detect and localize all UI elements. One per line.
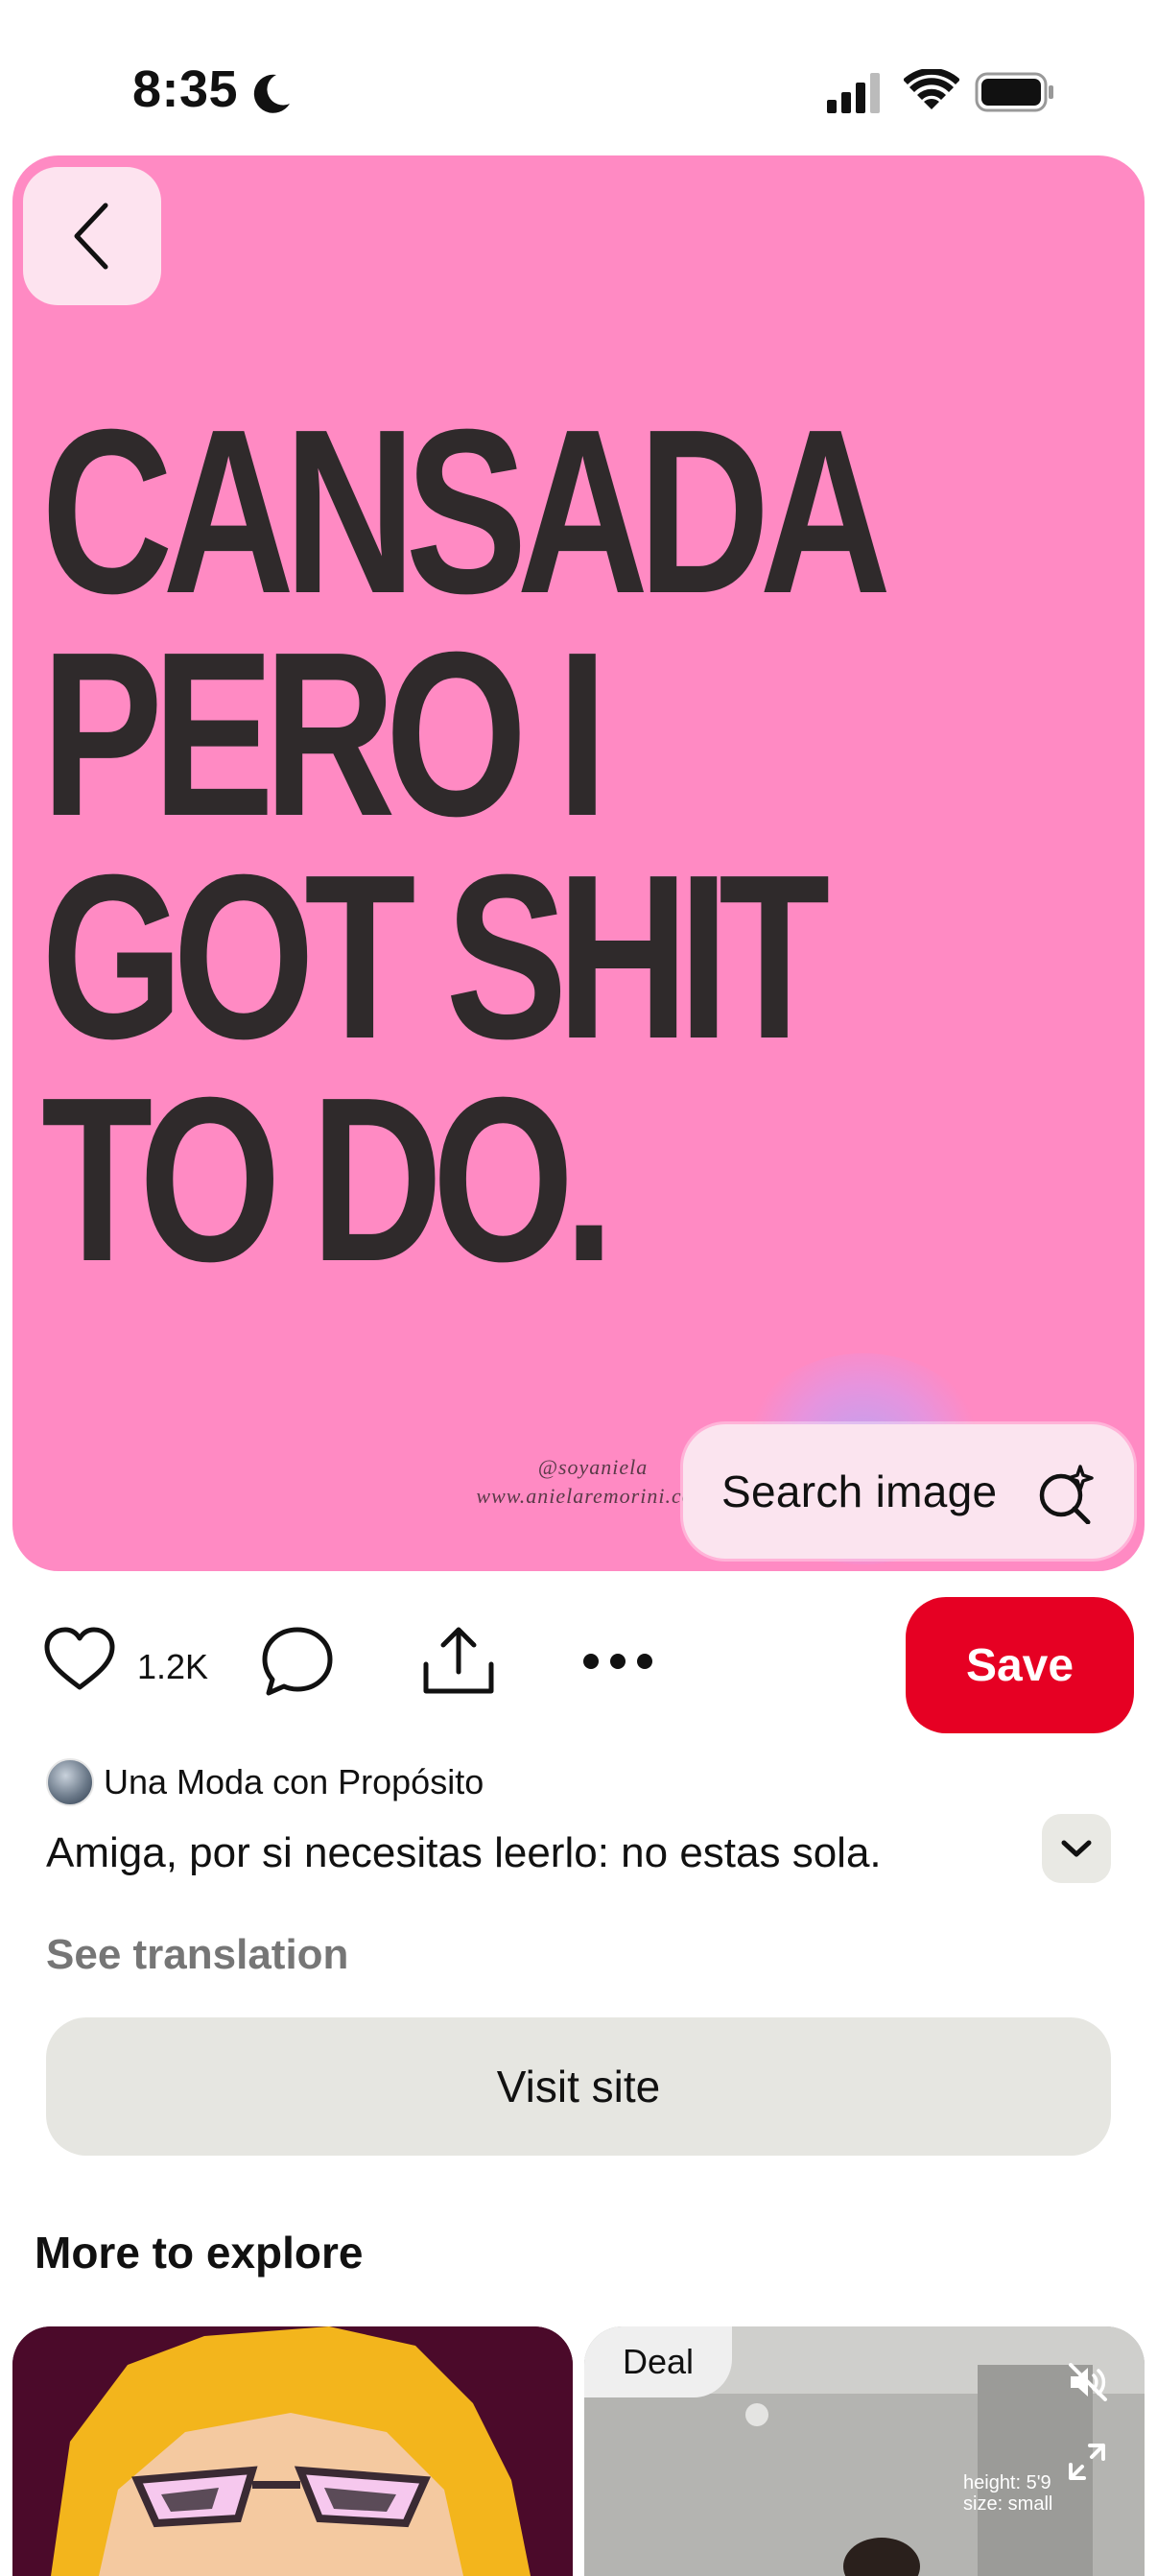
cellular-signal-icon bbox=[827, 73, 880, 113]
search-image-label: Search image bbox=[721, 1467, 998, 1516]
search-image-button[interactable]: Search image bbox=[683, 1424, 1134, 1559]
muted-sound-icon[interactable] bbox=[1067, 2363, 1109, 2401]
battery-icon bbox=[975, 72, 1053, 112]
share-icon[interactable] bbox=[420, 1626, 497, 1697]
chevron-down-icon bbox=[1061, 1840, 1092, 1857]
cartoon-thumbnail bbox=[12, 2326, 573, 2576]
moon-icon bbox=[253, 74, 290, 113]
deal-badge: Deal bbox=[584, 2326, 733, 2397]
expand-icon[interactable] bbox=[1067, 2442, 1107, 2482]
card-overlay-line: height: 5'9 bbox=[963, 2472, 1051, 2493]
like-count: 1.2K bbox=[137, 1647, 209, 1686]
more-to-explore-heading: More to explore bbox=[35, 2228, 364, 2278]
chevron-left-icon bbox=[74, 203, 108, 270]
status-time: 8:35 bbox=[132, 60, 239, 118]
pin-image[interactable]: CANSADA PERO I GOT SHIT TO DO. @soyaniel… bbox=[12, 155, 1145, 1571]
heart-icon[interactable] bbox=[42, 1626, 117, 1693]
pin-quote-line: CANSADA bbox=[41, 380, 891, 642]
more-options-icon[interactable] bbox=[581, 1651, 654, 1672]
creator-name[interactable]: Una Moda con Propósito bbox=[104, 1762, 484, 1802]
pin-description: Amiga, por si necesitas leerlo: no estas… bbox=[46, 1829, 882, 1876]
back-button[interactable] bbox=[23, 167, 161, 305]
pin-quote-line: PERO I bbox=[41, 603, 608, 865]
expand-description-button[interactable] bbox=[1042, 1814, 1111, 1883]
pin-quote-line: GOT SHIT bbox=[41, 825, 830, 1087]
card-overlay-text: height: 5'9 size: small bbox=[963, 2472, 1052, 2515]
visual-search-icon bbox=[1039, 1465, 1094, 1524]
visit-site-button[interactable]: Visit site bbox=[46, 2017, 1111, 2156]
card-overlay-line: size: small bbox=[963, 2493, 1053, 2515]
explore-card[interactable] bbox=[12, 2326, 573, 2576]
comment-icon[interactable] bbox=[261, 1626, 334, 1697]
pin-quote: CANSADA PERO I GOT SHIT TO DO. bbox=[41, 380, 891, 1310]
see-translation-link[interactable]: See translation bbox=[46, 1931, 348, 1979]
save-button[interactable]: Save bbox=[906, 1597, 1134, 1733]
wifi-icon bbox=[904, 69, 959, 109]
pin-quote-line: TO DO. bbox=[41, 1048, 614, 1310]
creator-avatar[interactable] bbox=[46, 1758, 94, 1806]
